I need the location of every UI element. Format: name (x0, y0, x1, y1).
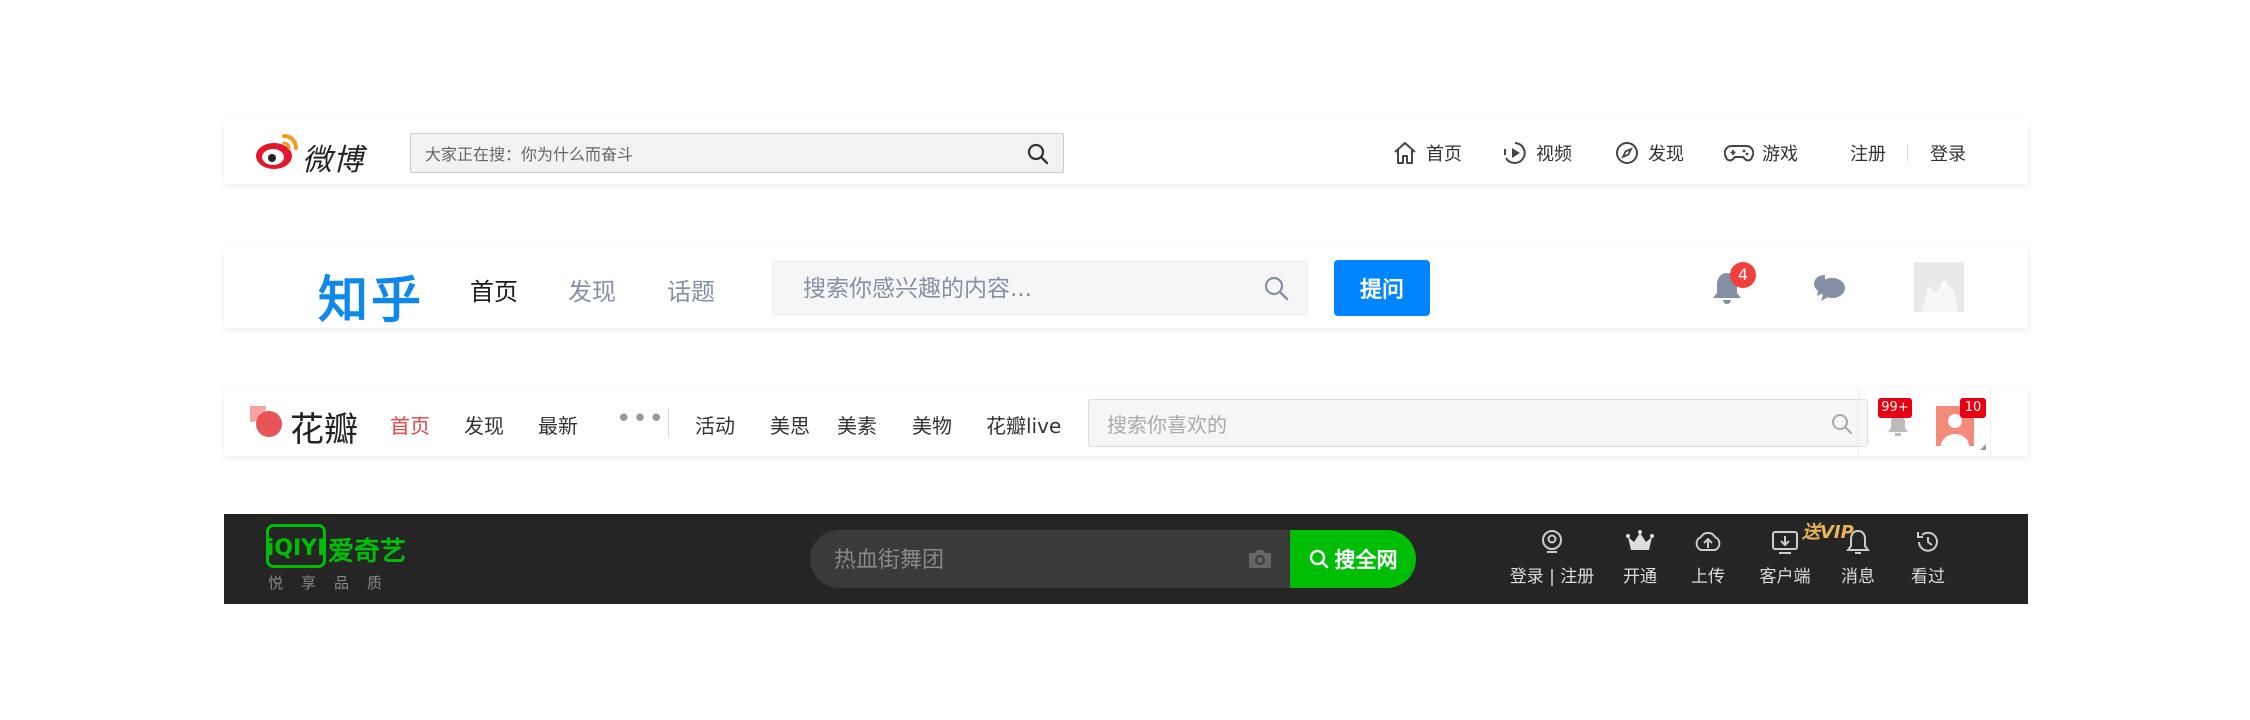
weibo-logo-icon[interactable] (254, 130, 302, 172)
dropdown-corner-icon[interactable] (1980, 444, 1986, 450)
messages-button[interactable]: 消息 (1830, 528, 1886, 598)
divider (668, 408, 669, 438)
avatar[interactable] (1914, 262, 1964, 312)
zhihu-header: 知乎 首页 发现 话题 提问 4 (224, 246, 2028, 329)
download-client-icon (1770, 528, 1800, 556)
crown-icon (1625, 528, 1655, 556)
camera-icon[interactable] (1246, 547, 1274, 571)
huaban-nav-meisu[interactable]: 美素 (837, 410, 877, 439)
home-icon (1392, 140, 1418, 166)
more-menu-button[interactable]: ••• (616, 404, 665, 434)
weibo-nav-label: 游戏 (1762, 144, 1798, 165)
divider (1907, 144, 1908, 162)
tool-label: 消息 (1841, 567, 1875, 587)
weibo-nav-game[interactable]: 游戏 (1724, 140, 1798, 166)
user-icon (1538, 528, 1566, 556)
weibo-register-link[interactable]: 注册 (1850, 140, 1886, 166)
weibo-nav-label: 首页 (1426, 144, 1462, 165)
divider (1990, 388, 1991, 456)
iqiyi-search-box (810, 530, 1290, 588)
huaban-nav-meisi[interactable]: 美思 (770, 410, 810, 439)
tool-label: 开通 (1623, 567, 1657, 587)
tool-label: 登录 | 注册 (1509, 567, 1595, 587)
huaban-search-input[interactable] (1105, 411, 1789, 439)
zhihu-logo[interactable]: 知乎 (318, 260, 424, 332)
weibo-header: 微博 首页 视频 发现 游戏 注册 登录 (224, 120, 2028, 184)
huaban-logo-icon[interactable] (248, 404, 284, 440)
divider (1858, 388, 1859, 456)
weibo-logo-text[interactable]: 微博 (302, 135, 364, 179)
notification-badge: 4 (1730, 262, 1756, 288)
weibo-login-link[interactable]: 登录 (1930, 140, 1966, 166)
message-badge: 10 (1960, 398, 1986, 418)
open-vip-button[interactable]: 开通 (1612, 528, 1668, 598)
tab-topics[interactable]: 话题 (667, 272, 715, 307)
search-all-label: 搜全网 (1334, 548, 1398, 572)
compass-icon (1614, 140, 1640, 166)
search-icon[interactable] (1831, 413, 1853, 435)
search-icon (1309, 549, 1329, 569)
tool-label: 客户端 (1759, 567, 1811, 587)
weibo-nav-video[interactable]: 视频 (1502, 140, 1572, 166)
gamepad-icon (1724, 140, 1754, 166)
weibo-nav-discover[interactable]: 发现 (1614, 140, 1684, 166)
video-icon (1502, 140, 1528, 166)
iqiyi-header: iQIYI 爱奇艺 悦享品质 搜全网 登录 | 注册 开通 上传 (224, 514, 2028, 604)
huaban-nav-discover[interactable]: 发现 (464, 410, 504, 439)
chat-bubble-icon[interactable] (1812, 271, 1848, 305)
weibo-nav-label: 视频 (1536, 144, 1572, 165)
huaban-search-box (1088, 399, 1868, 447)
search-all-button[interactable]: 搜全网 (1290, 530, 1416, 588)
weibo-search-input[interactable] (423, 142, 987, 166)
history-icon (1914, 528, 1942, 556)
zhihu-search-box (772, 261, 1308, 315)
iqiyi-search-input[interactable] (832, 544, 1216, 576)
ask-question-button[interactable]: 提问 (1334, 260, 1430, 316)
notification-badge: 99+ (1878, 398, 1912, 418)
search-icon[interactable] (1027, 143, 1049, 165)
iqiyi-slogan: 悦享品质 (268, 574, 401, 592)
tab-discover[interactable]: 发现 (568, 272, 616, 307)
tool-label: 上传 (1691, 567, 1725, 587)
huaban-nav-activity[interactable]: 活动 (695, 410, 735, 439)
tab-home[interactable]: 首页 (470, 272, 518, 307)
huaban-nav-latest[interactable]: 最新 (538, 410, 578, 439)
bell-icon (1844, 528, 1872, 556)
login-register-button[interactable]: 登录 | 注册 (1502, 528, 1602, 598)
huaban-header: 花瓣 首页 发现 最新 ••• 活动 美思 美素 美物 花瓣live 99+ 1… (224, 388, 2028, 456)
weibo-nav-label: 发现 (1648, 144, 1684, 165)
iqiyi-brand-name[interactable]: 爱奇艺 (328, 531, 406, 568)
weibo-search-box (410, 133, 1064, 173)
huaban-nav-home[interactable]: 首页 (390, 410, 430, 439)
tool-label: 看过 (1911, 567, 1945, 587)
huaban-nav-live[interactable]: 花瓣live (986, 410, 1061, 439)
search-icon[interactable] (1263, 275, 1289, 301)
upload-button[interactable]: 上传 (1680, 528, 1736, 598)
iqiyi-logo-text: iQIYI (267, 536, 326, 561)
huaban-logo-text[interactable]: 花瓣 (290, 402, 358, 451)
iqiyi-logo-icon[interactable]: iQIYI (266, 524, 326, 568)
weibo-nav-home[interactable]: 首页 (1392, 140, 1462, 166)
huaban-nav-meiwu[interactable]: 美物 (912, 410, 952, 439)
upload-icon (1693, 528, 1723, 556)
watch-history-button[interactable]: 看过 (1900, 528, 1956, 598)
zhihu-search-input[interactable] (801, 274, 1245, 304)
